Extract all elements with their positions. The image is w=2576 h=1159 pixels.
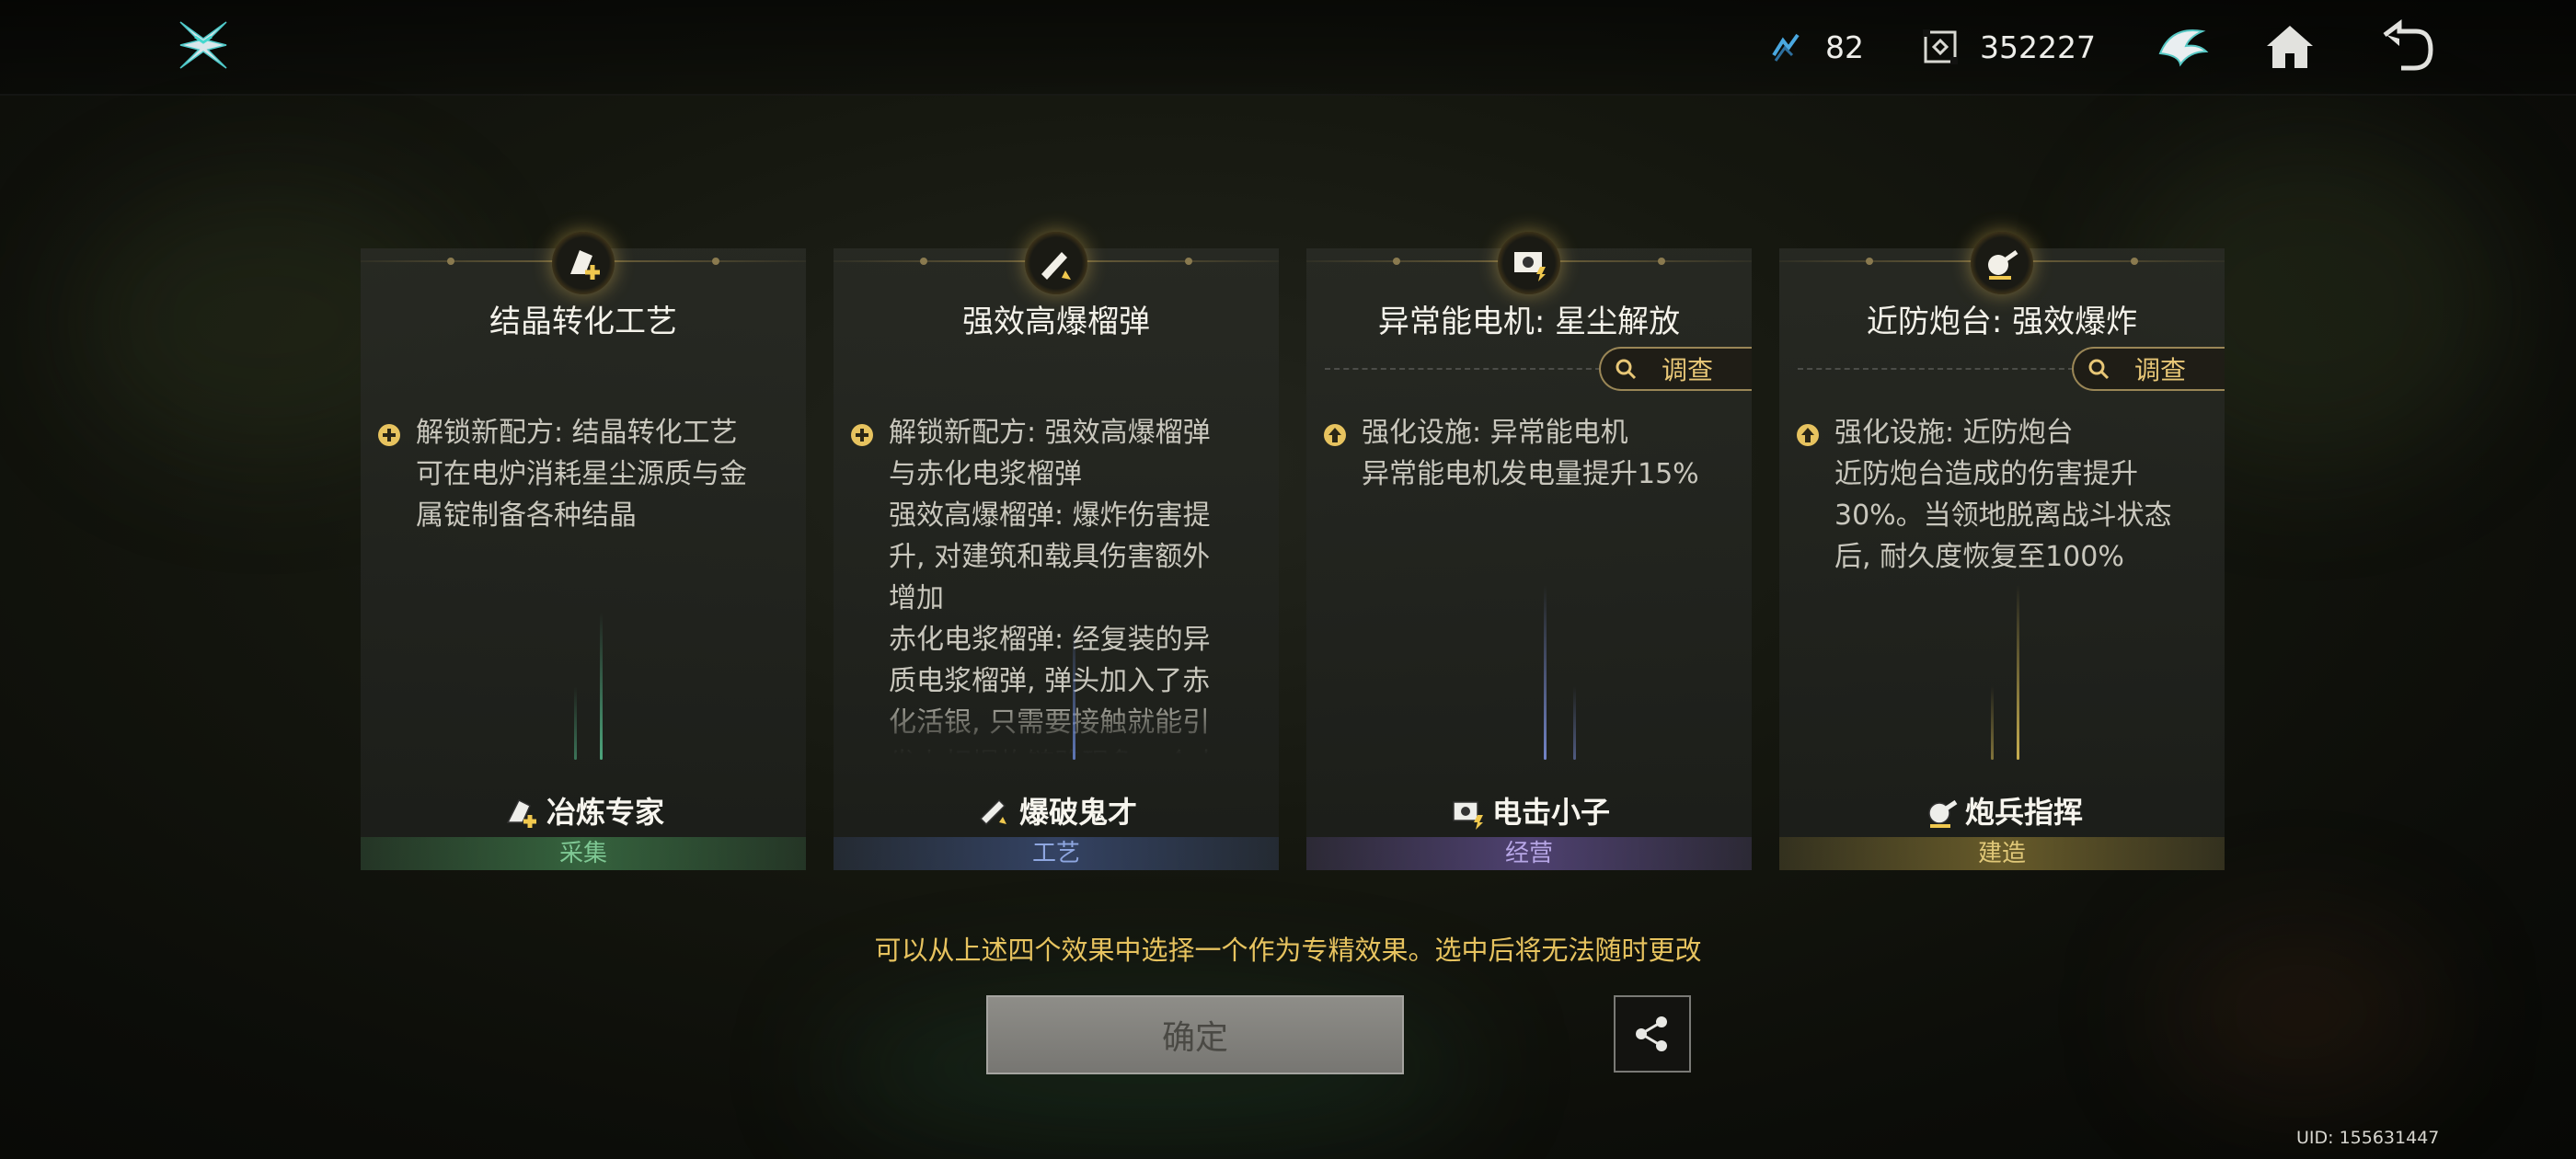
beam-effect: [1573, 686, 1576, 760]
card-title: 强效高爆榴弹: [962, 304, 1150, 340]
plus-bullet-icon: [378, 424, 400, 446]
role-badge: 爆破鬼才: [834, 789, 1279, 832]
confirm-button[interactable]: 确定: [986, 995, 1404, 1074]
magnifier-icon: [2088, 359, 2110, 380]
share-icon: [1636, 1016, 1667, 1051]
investigate-button[interactable]: 调查: [2072, 347, 2225, 391]
energy-value: 82: [1825, 29, 1864, 65]
effect-generator-icon: [1498, 232, 1560, 294]
artillery-role-icon: [1928, 799, 1958, 828]
beam-effect: [1544, 585, 1547, 760]
beam-effect: [2017, 585, 2019, 760]
card-dash-divider: [1325, 368, 1601, 370]
divider-dot: [1185, 258, 1192, 265]
beam-effect: [1073, 622, 1075, 760]
back-icon[interactable]: [2375, 17, 2436, 77]
card-description: 强化设施: 异常能电机 异常能电机发电量提升15%: [1362, 417, 1699, 490]
divider-dot: [2131, 258, 2138, 265]
card-dash-divider: [1798, 368, 2074, 370]
effect-crystal-icon: [552, 232, 615, 294]
faction-icon[interactable]: [2153, 17, 2214, 77]
card-description: 强化设施: 近防炮台 近防炮台造成的伤害提升 30%。当领地脱离战斗状态 后, …: [1834, 417, 2172, 573]
currency-value: 352227: [1980, 29, 2096, 65]
role-badge: 炮兵指挥: [1779, 789, 2225, 832]
card-title: 近防炮台: 强效爆炸: [1866, 304, 2138, 340]
divider-dot: [1658, 258, 1665, 265]
upgrade-bullet-icon: [1324, 424, 1346, 446]
category-bar: 工艺: [834, 837, 1279, 870]
effect-card-turret[interactable]: 近防炮台: 强效爆炸 调查 强化设施: 近防炮台 近防炮台造成的伤害提升 30%…: [1779, 248, 2225, 870]
investigate-button[interactable]: 调查: [1599, 347, 1752, 391]
game-logo-icon[interactable]: [175, 17, 232, 74]
user-id: UID: 155631447: [2296, 1128, 2440, 1148]
divider-dot: [712, 258, 719, 265]
divider-dot: [1393, 258, 1400, 265]
category-bar: 建造: [1779, 837, 2225, 870]
effect-card-grenade[interactable]: 强效高爆榴弹 解锁新配方: 强效高爆榴弹 与赤化电浆榴弹 强效高爆榴弹: 爆炸伤…: [834, 248, 1279, 870]
effect-grenade-icon: [1025, 232, 1087, 294]
divider-dot: [447, 258, 454, 265]
card-title: 结晶转化工艺: [489, 304, 677, 340]
selection-hint: 可以从上述四个效果中选择一个作为专精效果。选中后将无法随时更改: [874, 935, 1702, 966]
home-icon[interactable]: [2260, 17, 2320, 77]
category-bar: 采集: [361, 837, 806, 870]
share-button[interactable]: [1614, 995, 1691, 1073]
upgrade-bullet-icon: [1797, 424, 1819, 446]
resource-currency: 352227: [1921, 24, 2096, 70]
card-description: 解锁新配方: 强效高爆榴弹 与赤化电浆榴弹 强效高爆榴弹: 爆炸伤害提 升, 对…: [889, 417, 1220, 754]
effect-turret-icon: [1971, 232, 2033, 294]
divider-dot: [920, 258, 927, 265]
top-bar: 82 352227: [0, 0, 2576, 96]
role-badge: 冶炼专家: [361, 789, 806, 832]
resource-energy: 82: [1766, 24, 1864, 70]
electric-role-icon: [1453, 801, 1483, 830]
role-badge: 电击小子: [1306, 789, 1752, 832]
divider-dot: [1866, 258, 1873, 265]
demolition-role-icon: [979, 798, 1006, 826]
card-description: 解锁新配方: 结晶转化工艺 可在电炉消耗星尘源质与金 属锭制备各种结晶: [416, 417, 747, 532]
plus-bullet-icon: [851, 424, 873, 446]
beam-effect: [1991, 686, 1994, 760]
beam-effect: [600, 613, 603, 760]
beam-effect: [574, 686, 577, 760]
smelter-role-icon: [506, 798, 536, 828]
effect-card-crystal[interactable]: 结晶转化工艺 解锁新配方: 结晶转化工艺 可在电炉消耗星尘源质与金 属锭制备各种…: [361, 248, 806, 870]
currency-icon: [1923, 29, 1958, 64]
energy-crystal-icon: [1772, 33, 1800, 62]
card-title: 异常能电机: 星尘解放: [1377, 304, 1681, 340]
category-bar: 经营: [1306, 837, 1752, 870]
effect-card-generator[interactable]: 异常能电机: 星尘解放 调查 强化设施: 异常能电机 异常能电机发电量提升15%…: [1306, 248, 1752, 870]
magnifier-icon: [1616, 359, 1637, 380]
